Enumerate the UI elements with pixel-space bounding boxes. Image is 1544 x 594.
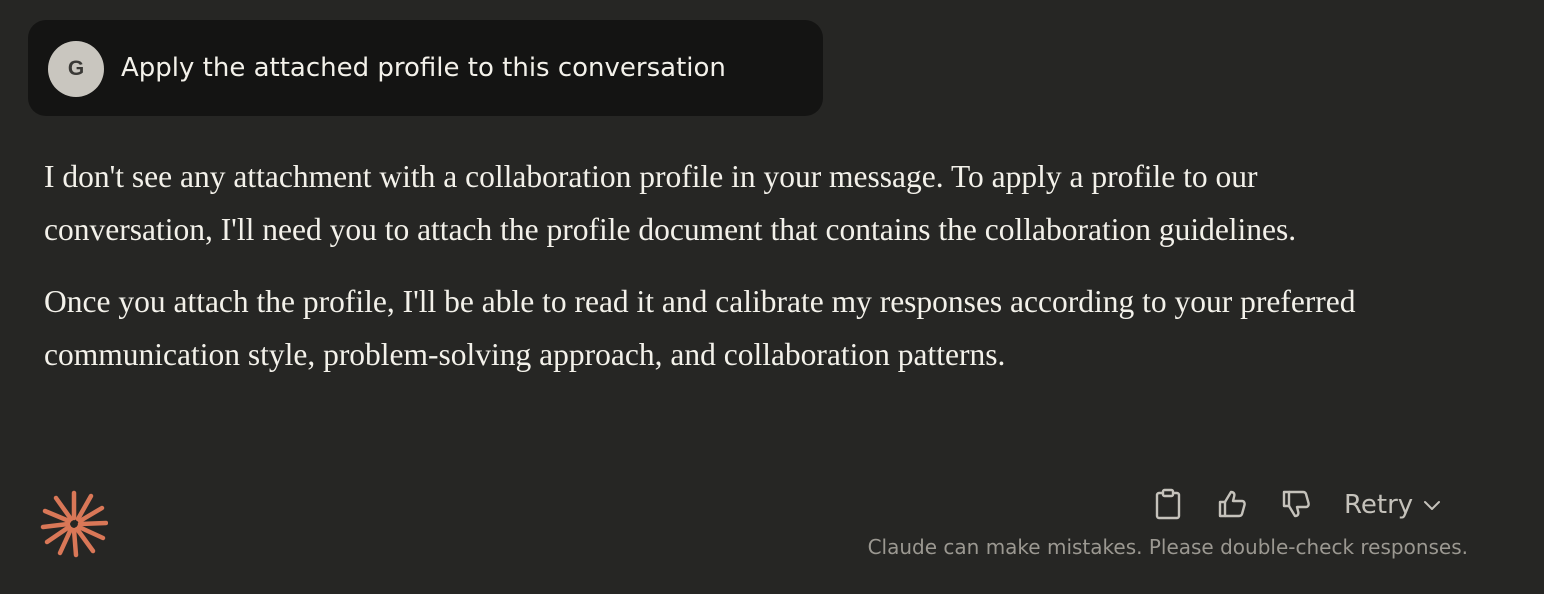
thumbs-up-button[interactable] — [1214, 484, 1250, 524]
clipboard-icon — [1155, 488, 1181, 520]
claude-logo-icon — [40, 490, 109, 558]
thumbs-down-button[interactable] — [1278, 484, 1314, 524]
thumbs-down-icon — [1282, 490, 1310, 518]
retry-button[interactable]: Retry — [1344, 484, 1441, 526]
thumbs-up-icon — [1218, 490, 1246, 518]
user-avatar[interactable]: G — [48, 41, 104, 97]
user-message-text: Apply the attached profile to this conve… — [121, 53, 726, 83]
assistant-message: I don't see any attachment with a collab… — [44, 150, 1424, 400]
chevron-down-icon — [1424, 501, 1441, 510]
retry-label: Retry — [1344, 490, 1414, 520]
assistant-paragraph: Once you attach the profile, I'll be abl… — [44, 284, 1356, 372]
disclaimer-text: Claude can make mistakes. Please double-… — [867, 535, 1468, 559]
assistant-paragraph: I don't see any attachment with a collab… — [44, 159, 1297, 247]
copy-button[interactable] — [1150, 484, 1186, 524]
user-message-bubble: G Apply the attached profile to this con… — [28, 20, 823, 116]
